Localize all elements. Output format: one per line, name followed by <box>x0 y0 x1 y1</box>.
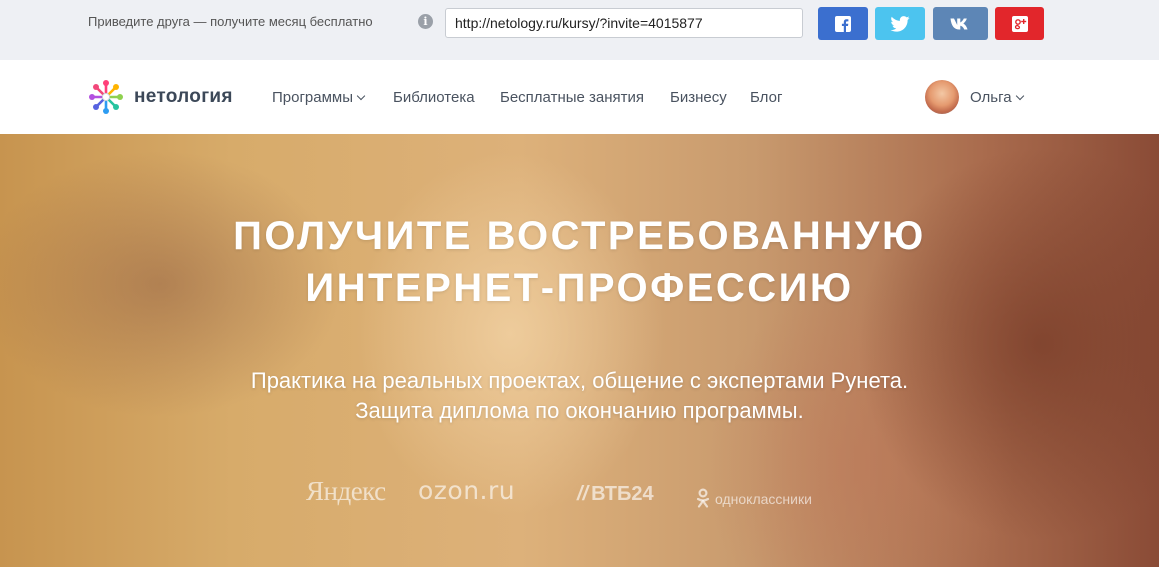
hero-banner: ПОЛУЧИТЕ ВОСТРЕБОВАННУЮ ИНТЕРНЕТ-ПРОФЕСС… <box>0 134 1159 567</box>
chevron-down-icon <box>1015 91 1024 101</box>
chevron-down-icon <box>356 91 366 101</box>
nav-programs-label: Программы <box>272 89 354 106</box>
main-navigation: нетология Программы Библиотека Бесплатны… <box>0 60 1159 134</box>
hero-title-line2: ИНТЕРНЕТ-ПРОФЕССИЮ <box>305 266 854 310</box>
invite-link-input[interactable] <box>445 8 803 38</box>
twitter-share-button[interactable] <box>875 7 925 40</box>
netology-logo-icon[interactable] <box>88 79 124 115</box>
hero-title: ПОЛУЧИТЕ ВОСТРЕБОВАННУЮ ИНТЕРНЕТ-ПРОФЕСС… <box>0 210 1159 314</box>
nav-blog[interactable]: Блог <box>750 89 782 107</box>
partner-logo-vtb24: //ВТБ24 <box>577 483 654 505</box>
referral-text: Приведите друга — получите месяц бесплат… <box>88 14 373 29</box>
partner-vtb24-label: ВТБ24 <box>591 483 654 505</box>
partner-logo-ozon: ozon.ru <box>418 476 516 505</box>
vk-icon <box>950 18 967 29</box>
facebook-share-button[interactable] <box>818 7 868 40</box>
nav-business[interactable]: Бизнесу <box>670 89 727 107</box>
facebook-icon <box>835 15 851 32</box>
hero-title-line1: ПОЛУЧИТЕ ВОСТРЕБОВАННУЮ <box>233 214 926 258</box>
partner-logo-yandex: Яндекс <box>306 476 386 506</box>
nav-programs[interactable]: Программы <box>272 89 366 107</box>
hero-subtitle: Практика на реальных проектах, общение с… <box>0 366 1159 426</box>
partner-odnoklassniki-label: одноклассники <box>715 491 812 507</box>
user-menu[interactable]: Ольга <box>970 89 1024 107</box>
user-avatar[interactable] <box>925 80 959 114</box>
info-icon[interactable]: i <box>418 14 433 29</box>
nav-free-classes[interactable]: Бесплатные занятия <box>500 89 644 107</box>
user-name: Ольга <box>970 89 1012 106</box>
referral-bar: Приведите друга — получите месяц бесплат… <box>0 0 1159 60</box>
google-plus-share-button[interactable] <box>995 7 1044 40</box>
hero-subtitle-line1: Практика на реальных проектах, общение с… <box>250 368 909 393</box>
nav-library[interactable]: Библиотека <box>393 89 475 107</box>
google-plus-icon <box>1011 15 1028 32</box>
twitter-icon <box>890 15 910 32</box>
odnoklassniki-icon <box>696 488 710 508</box>
logo-text[interactable]: нетология <box>134 86 233 108</box>
partner-logo-odnoklassniki: одноклассники <box>696 484 812 512</box>
hero-subtitle-line2: Защита диплома по окончанию программы. <box>355 398 804 423</box>
vk-share-button[interactable] <box>933 7 988 40</box>
